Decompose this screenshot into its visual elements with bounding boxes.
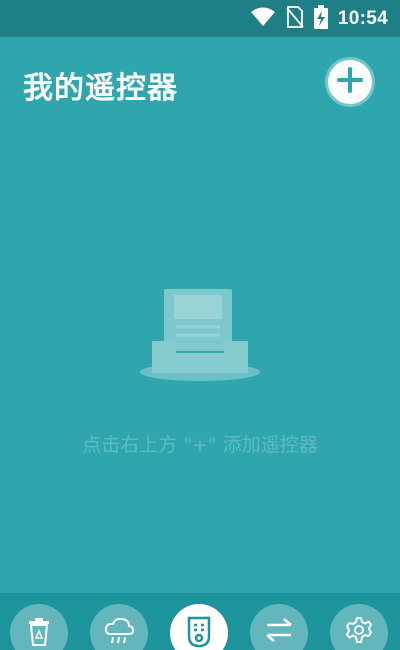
header: 我的遥控器: [0, 37, 400, 129]
app-screen: 10:54 我的遥控器 点击右上方 "+" 添加遥控器: [0, 0, 400, 650]
nav-transfer-button[interactable]: [250, 604, 308, 650]
no-sim-icon: [286, 5, 304, 32]
swap-arrows-icon: [264, 616, 294, 648]
plus-icon: [336, 66, 364, 98]
nav-weather-button[interactable]: [90, 604, 148, 650]
nav-recycle-bin-button[interactable]: [10, 604, 68, 650]
empty-tray-icon: [138, 285, 262, 385]
battery-charging-icon: [313, 4, 328, 33]
recycle-bin-icon: [27, 616, 51, 650]
nav-remote-button[interactable]: [170, 604, 228, 650]
empty-state-message: 点击右上方 "+" 添加遥控器: [82, 434, 318, 456]
add-remote-button[interactable]: [328, 60, 372, 104]
remote-face-icon: [186, 616, 212, 650]
cloud-rain-icon: [103, 616, 135, 650]
nav-settings-button[interactable]: [330, 604, 388, 650]
status-bar: 10:54: [0, 0, 400, 37]
page-title: 我的遥控器: [23, 71, 178, 106]
wifi-icon: [250, 7, 276, 31]
status-icons: 10:54: [250, 0, 388, 37]
gear-icon: [345, 616, 373, 648]
bottom-nav: [0, 593, 400, 650]
status-time: 10:54: [337, 7, 388, 29]
